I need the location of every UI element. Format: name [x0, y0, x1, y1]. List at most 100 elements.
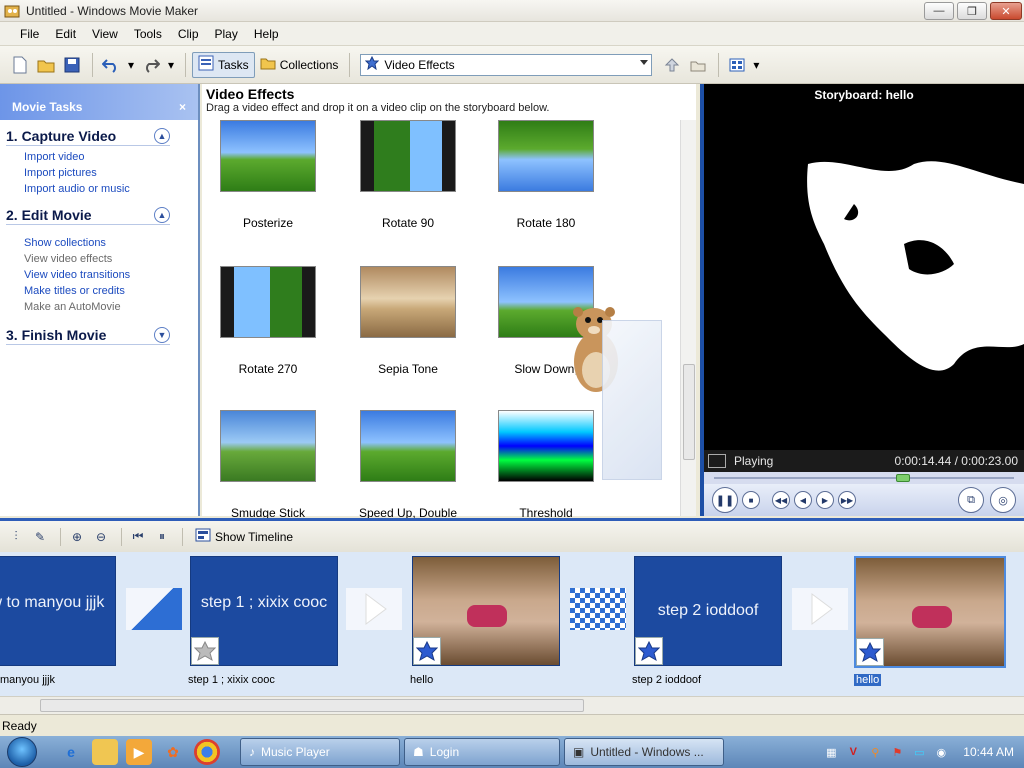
zoom-in-icon[interactable]: ⊕ [67, 527, 87, 547]
task-link-show-collections[interactable]: Show collections [6, 235, 198, 251]
stop-button[interactable]: ■ [742, 491, 760, 509]
maximize-button[interactable]: ❐ [957, 2, 987, 20]
effect-item[interactable]: Smudge Stick [208, 410, 328, 520]
task-link-import-video[interactable]: Import video [6, 149, 198, 165]
task-link-import-pictures[interactable]: Import pictures [6, 165, 198, 181]
tray-antivirus-icon[interactable]: V [845, 744, 861, 760]
effects-scrollbar[interactable] [680, 120, 696, 516]
taskbar-button-music-player[interactable]: ♪ Music Player [240, 738, 400, 766]
undo-icon[interactable] [99, 53, 123, 77]
section-title[interactable]: 3. Finish Movie ▼ [6, 327, 170, 345]
storyboard-clip[interactable]: ow to manyou jjjk [0, 556, 116, 666]
task-link-view-video-transitions[interactable]: View video transitions [6, 267, 198, 283]
narrate-icon[interactable]: ✎ [30, 527, 50, 547]
tray-volume-icon[interactable]: ◉ [933, 744, 949, 760]
transition-slot[interactable] [570, 588, 626, 630]
clip-caption[interactable]: manyou jjjk [0, 674, 55, 686]
effect-item[interactable]: Rotate 180 [486, 120, 606, 230]
tray-display-icon[interactable]: ▭ [911, 744, 927, 760]
media-player-icon[interactable]: ▶ [126, 739, 152, 765]
transition-slot[interactable] [346, 588, 402, 630]
task-link-import-audio[interactable]: Import audio or music [6, 181, 198, 197]
menu-edit[interactable]: Edit [47, 22, 84, 46]
effect-thumbnail [220, 266, 316, 338]
taskbar-button-login[interactable]: ☗ Login [404, 738, 560, 766]
scroll-thumb[interactable] [683, 364, 695, 460]
transition-slot[interactable] [792, 588, 848, 630]
views-dropdown-icon[interactable]: ▾ [751, 53, 761, 77]
chrome-icon[interactable] [194, 739, 220, 765]
take-picture-button[interactable]: ◎ [990, 487, 1016, 513]
split-clip-button[interactable]: ⧉ [958, 487, 984, 513]
minimize-button[interactable]: — [924, 2, 954, 20]
set-audio-levels-icon[interactable]: ⫶ [6, 527, 26, 547]
forward-button[interactable]: ▶ [816, 491, 834, 509]
play-storyboard-icon[interactable]: ⏸ [152, 527, 172, 547]
save-project-icon[interactable] [60, 53, 84, 77]
effect-thumbnail [360, 266, 456, 338]
storyboard-clip[interactable] [412, 556, 560, 666]
transition-slot[interactable] [126, 588, 182, 630]
effect-item[interactable]: Posterize [208, 120, 328, 230]
show-timeline-button[interactable]: Show Timeline [195, 528, 293, 545]
views-icon[interactable] [725, 53, 749, 77]
redo-dropdown-icon[interactable]: ▾ [165, 53, 177, 77]
zoom-out-icon[interactable]: ⊖ [91, 527, 111, 547]
open-project-icon[interactable] [34, 53, 58, 77]
close-button[interactable]: ✕ [990, 2, 1022, 20]
app-flower-icon[interactable]: ✿ [160, 739, 186, 765]
chevron-up-icon[interactable]: ▲ [154, 207, 170, 223]
effect-item[interactable]: Sepia Tone [348, 266, 468, 376]
next-frame-button[interactable]: ▶▶ [838, 491, 856, 509]
storyboard-clip[interactable]: step 2 ioddoof [634, 556, 782, 666]
clip-caption[interactable]: hello [410, 674, 433, 686]
storyboard-clip[interactable]: step 1 ; xixix cooc [190, 556, 338, 666]
menu-view[interactable]: View [84, 22, 126, 46]
task-link-make-titles[interactable]: Make titles or credits [6, 283, 198, 299]
new-project-icon[interactable] [8, 53, 32, 77]
menu-help[interactable]: Help [246, 22, 287, 46]
preview-frame-image [807, 161, 1024, 371]
tasks-button[interactable]: Tasks [192, 51, 255, 78]
clip-caption[interactable]: step 1 ; xixix cooc [188, 674, 275, 686]
scroll-thumb[interactable] [40, 699, 584, 712]
effect-item[interactable]: Threshold [486, 410, 606, 520]
effect-item[interactable]: Rotate 270 [208, 266, 328, 376]
fullscreen-icon[interactable] [708, 454, 726, 468]
effect-item[interactable]: Rotate 90 [348, 120, 468, 230]
start-button[interactable] [0, 736, 44, 768]
pause-button[interactable]: ❚❚ [712, 487, 738, 513]
clip-caption[interactable]: step 2 ioddoof [632, 674, 701, 686]
chevron-up-icon[interactable]: ▲ [154, 128, 170, 144]
previous-frame-button[interactable]: ◀◀ [772, 491, 790, 509]
effect-item[interactable]: Speed Up, Double [348, 410, 468, 520]
taskbar-button-movie-maker[interactable]: ▣ Untitled - Windows ... [564, 738, 724, 766]
seek-bar[interactable] [704, 472, 1024, 484]
up-one-level-icon[interactable] [660, 53, 684, 77]
internet-explorer-icon[interactable]: e [58, 739, 84, 765]
menu-play[interactable]: Play [207, 22, 246, 46]
collection-select[interactable]: Video Effects [360, 53, 653, 76]
rewind-storyboard-icon[interactable]: ⏮ [128, 527, 148, 547]
undo-dropdown-icon[interactable]: ▾ [125, 53, 137, 77]
close-icon[interactable]: × [179, 100, 186, 114]
collection-select-value: Video Effects [384, 57, 455, 72]
tray-flag-icon[interactable]: ⚑ [889, 744, 905, 760]
rewind-button[interactable]: ◀ [794, 491, 812, 509]
clip-caption-selected[interactable]: hello [854, 674, 882, 686]
collections-button[interactable]: Collections [255, 52, 344, 78]
menu-clip[interactable]: Clip [170, 22, 207, 46]
menu-tools[interactable]: Tools [126, 22, 170, 46]
section-title[interactable]: 2. Edit Movie ▲ [6, 207, 170, 225]
new-folder-icon[interactable] [686, 53, 710, 77]
file-explorer-icon[interactable] [92, 739, 118, 765]
tray-network-icon[interactable]: ▦ [823, 744, 839, 760]
menu-file[interactable]: File [12, 22, 47, 46]
storyboard-scrollbar[interactable] [0, 696, 1024, 714]
storyboard-clip[interactable] [854, 556, 1006, 668]
chevron-down-icon[interactable]: ▼ [154, 327, 170, 343]
tray-search-icon[interactable]: ⚲ [867, 744, 883, 760]
section-title[interactable]: 1. Capture Video ▲ [6, 128, 170, 146]
seek-knob[interactable] [896, 474, 910, 482]
redo-icon[interactable] [139, 53, 163, 77]
